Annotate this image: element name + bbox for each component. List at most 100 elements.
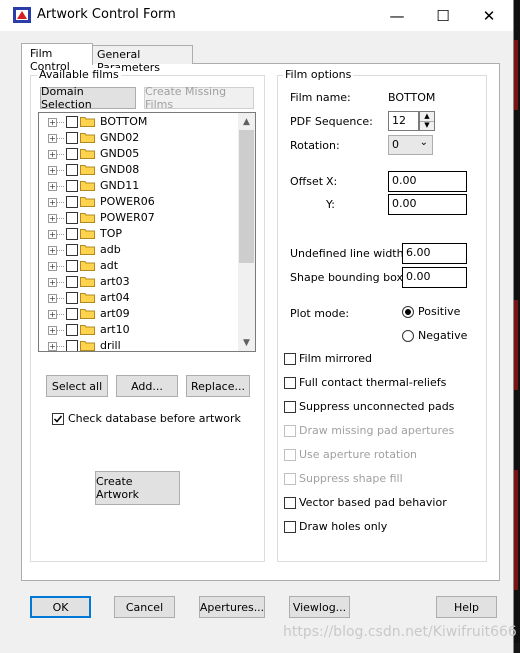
- close-button[interactable]: ✕: [466, 0, 512, 31]
- create-missing-films-button[interactable]: Create Missing Films: [144, 85, 254, 111]
- film-list-item[interactable]: + adb: [39, 242, 237, 258]
- film-list-item[interactable]: + art09: [39, 306, 237, 322]
- folder-icon: [80, 293, 95, 303]
- film-name: GND02: [100, 131, 140, 144]
- tree-connector: [56, 266, 64, 267]
- help-button[interactable]: Help: [436, 596, 497, 618]
- film-list-item[interactable]: + drill: [39, 338, 237, 351]
- option-checkbox[interactable]: [284, 521, 296, 533]
- viewlog-button[interactable]: Viewlog...: [289, 596, 350, 618]
- film-list-item[interactable]: + TOP: [39, 226, 237, 242]
- option-checkbox[interactable]: [284, 377, 296, 389]
- watermark-text: https://blog.csdn.net/Kiwifruit666: [283, 624, 517, 640]
- app-icon: [13, 7, 31, 23]
- undefined-line-width-label: Undefined line width:: [290, 247, 408, 260]
- film-checkbox[interactable]: [66, 308, 78, 320]
- option-checkbox[interactable]: [284, 449, 296, 461]
- film-name: art10: [100, 323, 130, 336]
- undefined-line-width-input[interactable]: 6.00: [402, 243, 467, 264]
- scroll-thumb[interactable]: [239, 130, 254, 263]
- film-list-item[interactable]: + GND05: [39, 146, 237, 162]
- cancel-button[interactable]: Cancel: [114, 596, 175, 618]
- maximize-button[interactable]: ☐: [420, 0, 466, 31]
- offset-x-label: X:: [326, 175, 338, 188]
- add-button[interactable]: Add...: [116, 375, 178, 397]
- option-checkbox-label: Draw missing pad apertures: [299, 424, 455, 437]
- folder-icon: [80, 133, 95, 143]
- artwork-control-window: Artwork Control Form — ☐ ✕ Film Control …: [0, 0, 514, 653]
- scroll-down-icon[interactable]: ▼: [238, 334, 255, 351]
- film-list-item[interactable]: + adt: [39, 258, 237, 274]
- shape-bounding-box-label: Shape bounding box:: [290, 271, 407, 284]
- film-checkbox[interactable]: [66, 276, 78, 288]
- option-checkbox-label: Vector based pad behavior: [299, 496, 447, 509]
- tree-connector: [56, 202, 64, 203]
- tree-connector: [56, 282, 64, 283]
- offset-x-input[interactable]: 0.00: [388, 171, 467, 192]
- film-checkbox[interactable]: [66, 180, 78, 192]
- tab-film-control[interactable]: Film Control: [21, 43, 93, 73]
- film-checkbox[interactable]: [66, 292, 78, 304]
- film-list-item[interactable]: + GND08: [39, 162, 237, 178]
- option-checkbox[interactable]: [284, 353, 296, 365]
- shape-bounding-box-input[interactable]: 0.00: [402, 267, 467, 288]
- pdf-sequence-input[interactable]: 12: [388, 111, 419, 131]
- film-list-item[interactable]: + POWER06: [39, 194, 237, 210]
- negative-radio[interactable]: [402, 330, 414, 342]
- film-checkbox[interactable]: [66, 340, 78, 351]
- film-list-item[interactable]: + BOTTOM: [39, 114, 237, 130]
- tab-general-parameters[interactable]: General Parameters: [91, 45, 193, 74]
- film-list-item[interactable]: + art10: [39, 322, 237, 338]
- folder-icon: [80, 325, 95, 335]
- create-artwork-button[interactable]: Create Artwork: [95, 471, 180, 505]
- film-checkbox[interactable]: [66, 116, 78, 128]
- film-list-item[interactable]: + GND11: [39, 178, 237, 194]
- scroll-up-icon[interactable]: ▲: [238, 113, 255, 130]
- domain-selection-button[interactable]: Domain Selection: [40, 85, 136, 111]
- apertures-button[interactable]: Apertures...: [199, 596, 265, 618]
- offset-y-input[interactable]: 0.00: [388, 194, 467, 215]
- minimize-button[interactable]: —: [374, 0, 420, 31]
- ok-button[interactable]: OK: [30, 596, 91, 618]
- films-scrollbar[interactable]: ▲ ▼: [238, 113, 255, 351]
- film-checkbox[interactable]: [66, 228, 78, 240]
- films-list[interactable]: + BOTTOM + GND02 + GND05 + GND08 + GND11 + POWER06 +…: [38, 112, 256, 352]
- spin-down-icon[interactable]: ▼: [420, 121, 434, 130]
- film-checkbox[interactable]: [66, 164, 78, 176]
- film-checkbox[interactable]: [66, 212, 78, 224]
- pdf-sequence-label: PDF Sequence:: [290, 115, 373, 128]
- option-checkbox[interactable]: [284, 497, 296, 509]
- check-database-checkbox[interactable]: [52, 413, 64, 425]
- folder-icon: [80, 245, 95, 255]
- film-checkbox[interactable]: [66, 260, 78, 272]
- film-checkbox[interactable]: [66, 244, 78, 256]
- film-list-item[interactable]: + GND02: [39, 130, 237, 146]
- positive-radio[interactable]: [402, 306, 414, 318]
- offset-y-label: Y:: [326, 198, 335, 211]
- tree-connector: [56, 170, 64, 171]
- film-checkbox[interactable]: [66, 324, 78, 336]
- replace-button[interactable]: Replace...: [186, 375, 250, 397]
- option-checkbox-label: Film mirrored: [299, 352, 372, 365]
- folder-icon: [80, 117, 95, 127]
- film-checkbox[interactable]: [66, 196, 78, 208]
- negative-label: Negative: [418, 329, 468, 342]
- film-checkbox[interactable]: [66, 148, 78, 160]
- title-bar[interactable]: Artwork Control Form — ☐ ✕: [0, 0, 513, 31]
- offset-label: Offset: [290, 175, 324, 188]
- option-checkbox[interactable]: [284, 401, 296, 413]
- film-options-label: Film options: [283, 68, 354, 81]
- folder-icon: [80, 149, 95, 159]
- film-checkbox[interactable]: [66, 132, 78, 144]
- option-checkbox[interactable]: [284, 473, 296, 485]
- rotation-label: Rotation:: [290, 139, 340, 152]
- select-all-button[interactable]: Select all: [46, 375, 108, 397]
- pdf-sequence-spinner[interactable]: ▲ ▼: [419, 111, 435, 131]
- film-list-item[interactable]: + art04: [39, 290, 237, 306]
- option-checkbox[interactable]: [284, 425, 296, 437]
- film-list-item[interactable]: + art03: [39, 274, 237, 290]
- rotation-select[interactable]: 0 ⌄: [388, 135, 433, 155]
- option-checkbox-label: Draw holes only: [299, 520, 388, 533]
- folder-icon: [80, 229, 95, 239]
- film-list-item[interactable]: + POWER07: [39, 210, 237, 226]
